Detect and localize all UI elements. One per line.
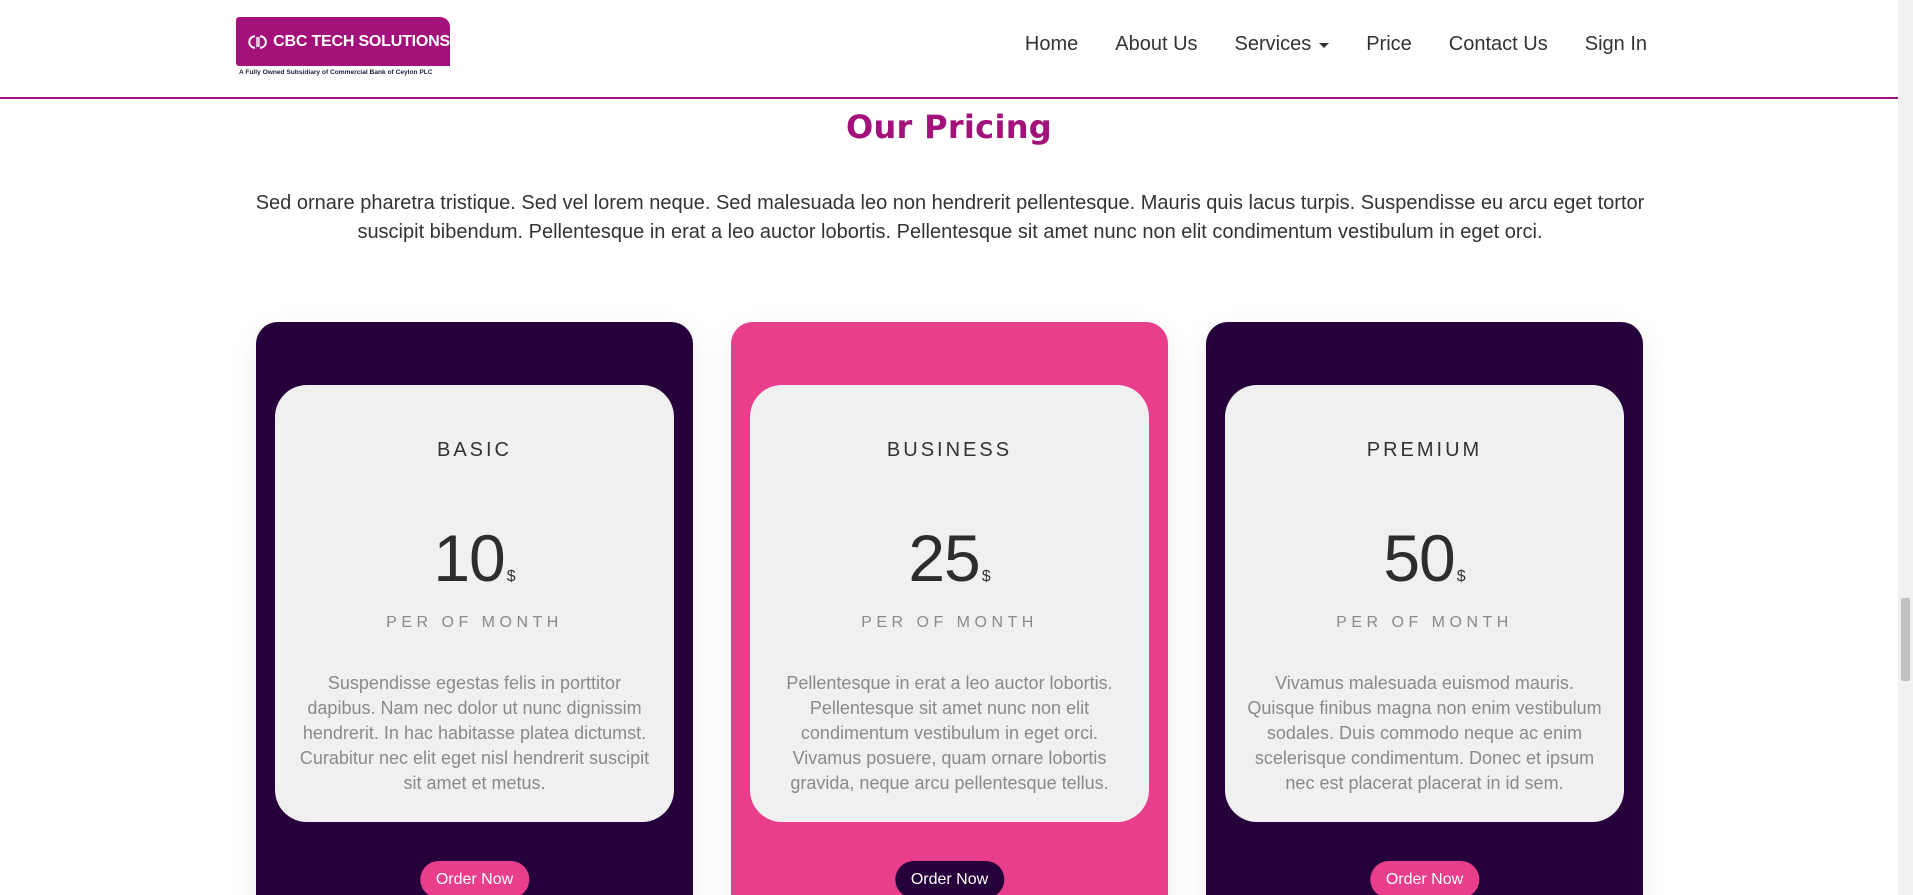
plan-name: PREMIUM xyxy=(1366,439,1483,461)
nav-contact[interactable]: Contact Us xyxy=(1449,33,1548,56)
nav-signin[interactable]: Sign In xyxy=(1585,33,1647,56)
cbc-logo-icon xyxy=(248,34,267,49)
order-now-button[interactable]: Order Now xyxy=(1369,861,1480,895)
plan-name: BASIC xyxy=(436,439,513,461)
pricing-card-premium: PREMIUM 50 $ PER OF MONTH Vivamus malesu… xyxy=(1206,322,1643,895)
price-currency: $ xyxy=(1456,568,1466,585)
nav-services[interactable]: Services xyxy=(1235,33,1330,56)
logo-badge: CBC TECH SOLUTIONS xyxy=(236,17,450,66)
nav-home[interactable]: Home xyxy=(1025,33,1078,56)
pricing-card-basic: BASIC 10 $ PER OF MONTH Suspendisse eges… xyxy=(256,322,693,895)
pricing-card-content: BASIC 10 $ PER OF MONTH Suspendisse eges… xyxy=(275,385,674,822)
plan-price: 10 $ xyxy=(275,520,674,596)
nav-about[interactable]: About Us xyxy=(1115,33,1197,56)
order-now-button[interactable]: Order Now xyxy=(419,861,530,895)
brand-tagline: A Fully Owned Subsidiary of Commercial B… xyxy=(239,69,433,76)
pricing-card-business: BUSINESS 25 $ PER OF MONTH Pellentesque … xyxy=(731,322,1168,895)
price-period: PER OF MONTH xyxy=(386,614,563,631)
plan-description: Pellentesque in erat a leo auctor lobort… xyxy=(786,673,1113,793)
caret-down-icon xyxy=(1319,43,1330,48)
price-currency: $ xyxy=(981,568,991,585)
order-now-button[interactable]: Order Now xyxy=(894,861,1005,895)
pricing-card-content: PREMIUM 50 $ PER OF MONTH Vivamus malesu… xyxy=(1225,385,1624,822)
site-header: CBC TECH SOLUTIONS A Fully Owned Subsidi… xyxy=(0,0,1898,99)
brand-name: CBC TECH SOLUTIONS xyxy=(273,32,450,50)
nav-price[interactable]: Price xyxy=(1366,33,1412,56)
plan-description: Vivamus malesuada euismod mauris. Quisqu… xyxy=(1247,673,1602,793)
main-nav: Home About Us Services Price Contact Us … xyxy=(988,33,1647,56)
price-amount: 25 xyxy=(908,521,980,595)
plan-name: BUSINESS xyxy=(886,439,1013,461)
scrollbar-thumb[interactable] xyxy=(1901,598,1910,681)
nav-services-label: Services xyxy=(1234,33,1312,55)
price-amount: 10 xyxy=(433,521,505,595)
brand-logo[interactable]: CBC TECH SOLUTIONS A Fully Owned Subsidi… xyxy=(236,17,451,81)
plan-description: Suspendisse egestas felis in porttitor d… xyxy=(299,673,650,793)
plan-price: 25 $ xyxy=(750,520,1149,596)
price-period: PER OF MONTH xyxy=(861,614,1038,631)
price-amount: 50 xyxy=(1383,521,1455,595)
plan-price: 50 $ xyxy=(1225,520,1624,596)
pricing-card-content: BUSINESS 25 $ PER OF MONTH Pellentesque … xyxy=(750,385,1149,822)
price-period: PER OF MONTH xyxy=(1336,614,1513,631)
page-scrollbar[interactable] xyxy=(1898,0,1913,895)
price-currency: $ xyxy=(506,568,516,585)
section-title: Our Pricing xyxy=(845,108,1053,146)
section-intro: Sed ornare pharetra tristique. Sed vel l… xyxy=(255,192,1645,243)
